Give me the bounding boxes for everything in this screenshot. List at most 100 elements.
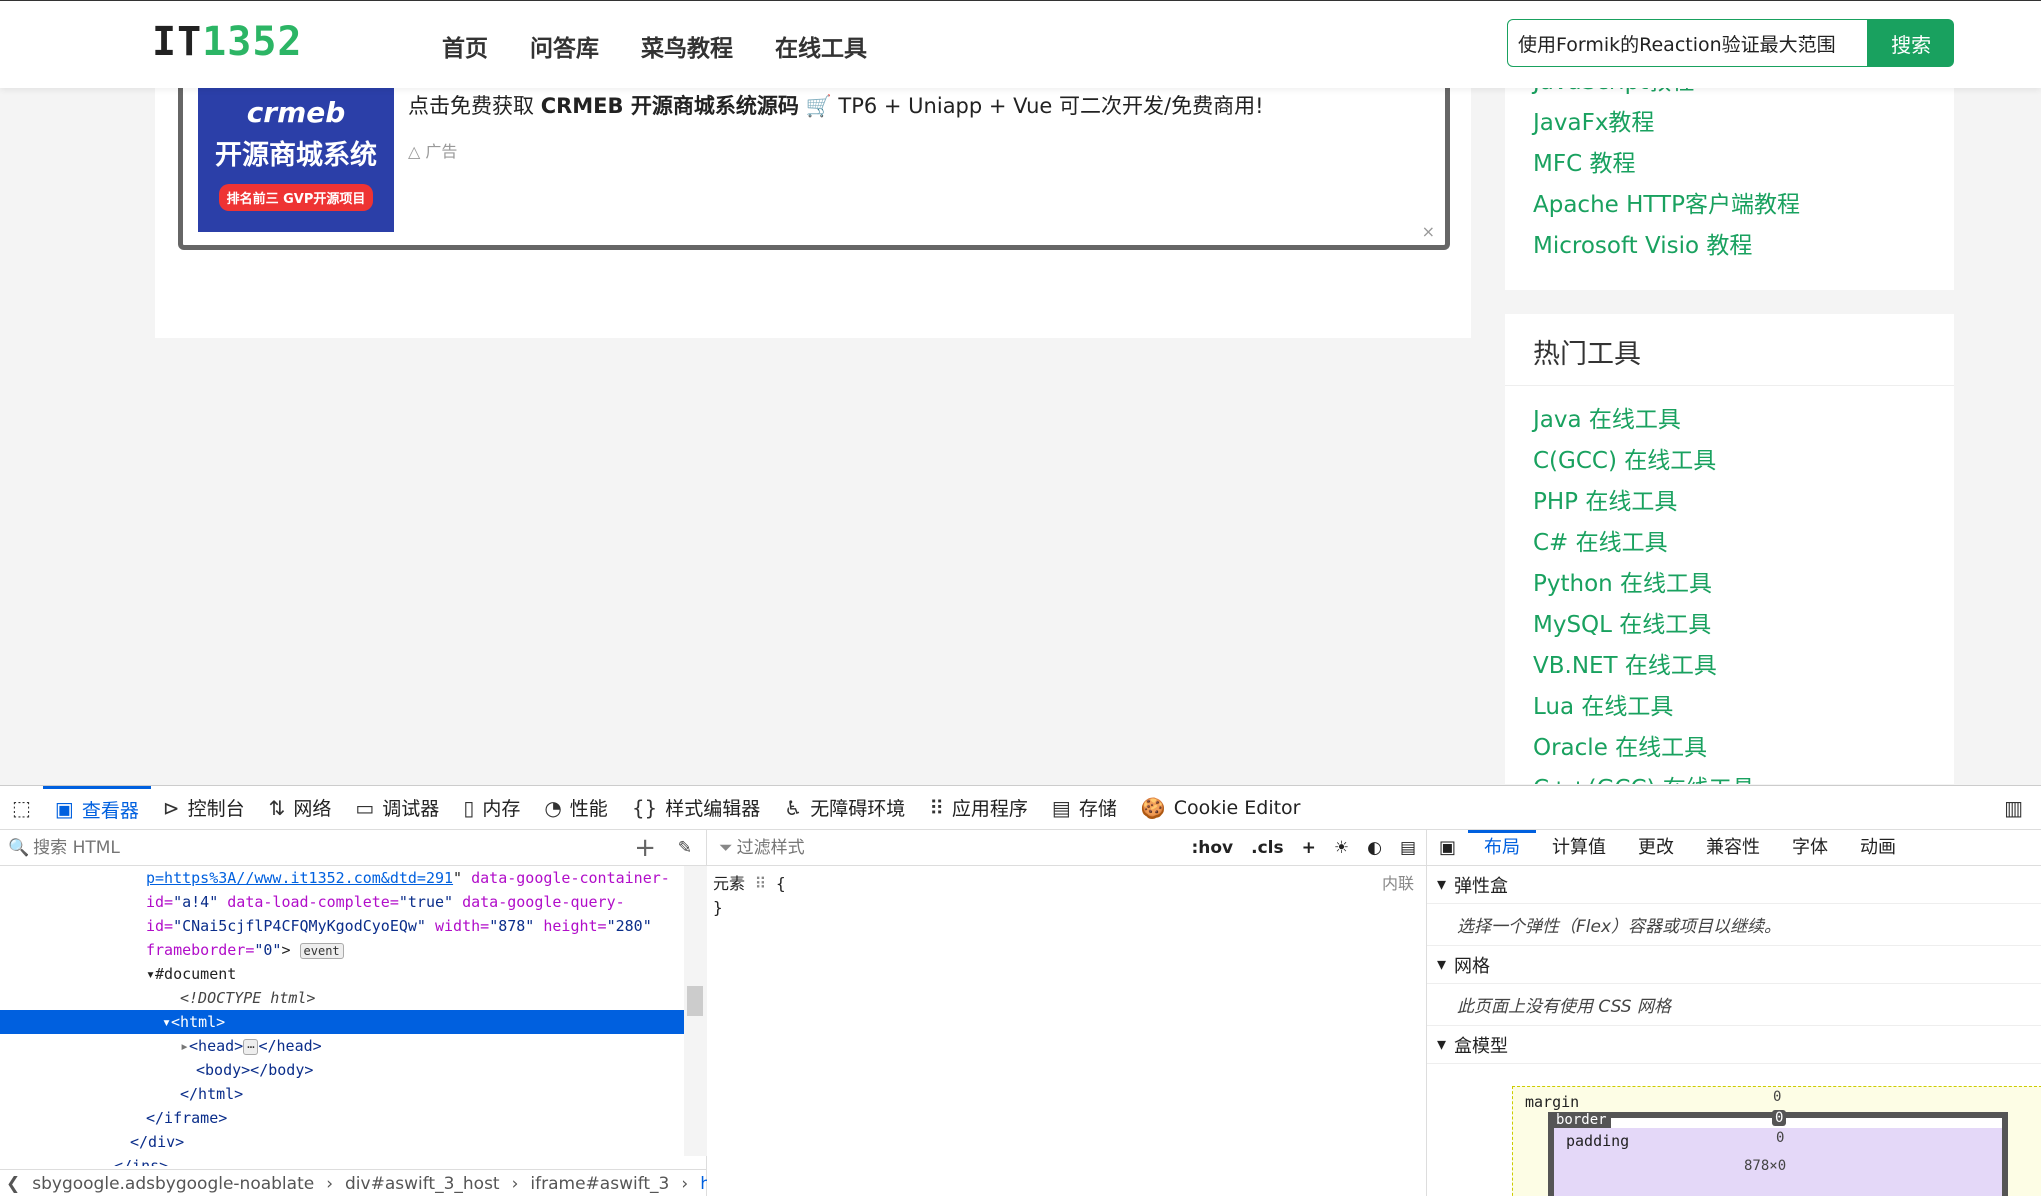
dark-mode-icon[interactable]: ◐ — [1367, 838, 1382, 858]
ad-text-bold: CRMEB 开源商城系统源码 — [540, 94, 799, 118]
filter-styles-input[interactable] — [736, 837, 1037, 858]
tool-link[interactable]: Java 在线工具 — [1533, 400, 1954, 441]
breadcrumb-item[interactable]: div#aswift_3_host — [345, 1174, 500, 1194]
markup-line[interactable]: p=https%3A//www.it1352.com&dtd=291" data… — [0, 866, 706, 890]
markup-line[interactable]: frameborder="0"> event — [0, 938, 706, 962]
ad-image[interactable]: crmeb 开源商城系统 排名前三 GVP开源项目 — [198, 82, 394, 232]
light-mode-icon[interactable]: ☀ — [1334, 838, 1349, 858]
add-node-button[interactable]: + — [634, 833, 656, 863]
sidebar-link[interactable]: Apache HTTP客户端教程 — [1533, 185, 1954, 226]
add-rule-icon[interactable]: + — [1302, 838, 1316, 858]
tab-style-editor[interactable]: {} 样式编辑器 — [620, 786, 772, 830]
tab-accessibility[interactable]: ♿ 无障碍环境 — [772, 786, 917, 830]
expand-icon[interactable]: ▾ — [146, 965, 155, 983]
margin-top-value[interactable]: 0 — [1773, 1089, 1781, 1105]
tab-compatibility[interactable]: 兼容性 — [1690, 830, 1776, 866]
site-logo[interactable]: IT1352 — [152, 19, 303, 65]
tab-memory[interactable]: ▯ 内存 — [451, 786, 532, 830]
chevron-left-icon[interactable]: ❮ — [6, 1174, 20, 1194]
print-icon[interactable]: ▤ — [1400, 838, 1416, 858]
nav-home[interactable]: 首页 — [442, 29, 488, 63]
search-input[interactable] — [1507, 19, 1869, 67]
sidebar-link[interactable]: MFC 教程 — [1533, 144, 1954, 185]
boxmodel-section-header[interactable]: ▾ 盒模型 — [1427, 1026, 2041, 1064]
expand-icon[interactable]: ▾ — [162, 1013, 171, 1031]
event-badge[interactable]: event — [299, 943, 344, 959]
tab-changes[interactable]: 更改 — [1622, 830, 1690, 866]
ellipsis-badge[interactable]: ⋯ — [243, 1039, 259, 1055]
tab-computed[interactable]: 计算值 — [1536, 830, 1622, 866]
tab-animations[interactable]: 动画 — [1844, 830, 1912, 866]
markup-line-selected[interactable]: ▾<html> — [0, 1010, 706, 1034]
close-icon[interactable]: × — [1422, 222, 1435, 241]
main-nav: 首页 问答库 菜鸟教程 在线工具 — [442, 29, 867, 63]
markup-line[interactable]: ▸<head> ⋯ </head> — [0, 1034, 706, 1058]
content-size[interactable]: 878×0 — [1744, 1158, 1786, 1174]
border-top-value[interactable]: 0 — [1772, 1110, 1787, 1126]
eyedropper-icon[interactable]: ✎ — [678, 838, 692, 858]
dock-toggle-button[interactable]: ▥ — [2004, 796, 2041, 820]
html-search-input[interactable] — [33, 837, 534, 858]
tab-network[interactable]: ⇅ 网络 — [257, 786, 344, 830]
padding-top-value[interactable]: 0 — [1776, 1130, 1784, 1146]
tab-debugger[interactable]: ▭ 调试器 — [343, 786, 451, 830]
tool-link[interactable]: C++(GCC) 在线工具 — [1533, 769, 1954, 784]
tool-link[interactable]: C# 在线工具 — [1533, 523, 1954, 564]
tool-link[interactable]: MySQL 在线工具 — [1533, 605, 1954, 646]
tab-inspector[interactable]: ▣ 查看器 — [42, 785, 151, 830]
scroll-thumb[interactable] — [687, 986, 703, 1016]
nav-tutorials[interactable]: 菜鸟教程 — [641, 29, 733, 63]
element-picker-button[interactable]: ⬚ — [0, 786, 43, 830]
ad-banner[interactable]: crmeb 开源商城系统 排名前三 GVP开源项目 点击免费获取 CRMEB 开… — [178, 80, 1450, 250]
markup-line[interactable]: </iframe> — [0, 1106, 706, 1130]
nav-online-tools[interactable]: 在线工具 — [775, 29, 867, 63]
markup-line[interactable]: <!DOCTYPE html> — [0, 986, 706, 1010]
network-icon: ⇅ — [268, 795, 286, 820]
markup-scrollbar[interactable] — [684, 866, 707, 1156]
tab-storage[interactable]: ▤ 存储 — [1040, 786, 1129, 830]
tab-cookie-editor[interactable]: 🍪 Cookie Editor — [1129, 786, 1313, 830]
devtools-tabbar: ⬚ ▣ 查看器 ⊳ 控制台 ⇅ 网络 ▭ 调试器 ▯ 内存 ◔ 性能 {} 样式编辑器 ♿ 无障… — [0, 785, 2041, 830]
tab-label: 网络 — [293, 798, 332, 820]
markup-line[interactable]: </div> — [0, 1130, 706, 1154]
breadcrumb-item[interactable]: iframe#aswift_3 — [530, 1174, 669, 1194]
markup-line[interactable]: ▾#document — [0, 962, 706, 986]
collapsed-icon[interactable]: ▸ — [180, 1037, 189, 1055]
markup-line[interactable]: id="CNai5cjflP4CFQMyKgodCyoEQw" width="8… — [0, 914, 706, 938]
rules-pane: ⏷ :hov .cls + ☀ ◐ ▤ 元素 ⠿ { } 内联 — [707, 830, 1427, 1196]
class-toggle[interactable]: .cls — [1251, 838, 1283, 858]
tool-link[interactable]: Oracle 在线工具 — [1533, 728, 1954, 769]
tool-link[interactable]: Python 在线工具 — [1533, 564, 1954, 605]
tab-performance[interactable]: ◔ 性能 — [532, 786, 619, 830]
border-box: border 0 padding 0 878×0 — [1548, 1110, 2008, 1196]
sidebar-toggle-icon[interactable]: ▣ — [1427, 837, 1468, 858]
breadcrumb-item[interactable]: sbygoogle.adsbygoogle-noablate — [32, 1174, 314, 1194]
tool-link[interactable]: PHP 在线工具 — [1533, 482, 1954, 523]
sidebar-link[interactable]: Microsoft Visio 教程 — [1533, 226, 1954, 267]
sidebar-link[interactable]: JavaFx教程 — [1533, 103, 1954, 144]
inspector-icon: ▣ — [54, 797, 74, 821]
src-link[interactable]: p=https%3A//www.it1352.com&dtd=291 — [146, 869, 453, 887]
tool-link[interactable]: C(GCC) 在线工具 — [1533, 441, 1954, 482]
ad-headline[interactable]: 点击免费获取 CRMEB 开源商城系统源码 🛒 TP6 + Uniapp + V… — [408, 90, 1264, 120]
tool-link[interactable]: VB.NET 在线工具 — [1533, 646, 1954, 687]
flexbox-section-header[interactable]: ▾ 弹性盒 — [1427, 866, 2041, 904]
head-close-tag: </head> — [258, 1037, 322, 1055]
markup-line[interactable]: id="a!4" data-load-complete="true" data-… — [0, 890, 706, 914]
markup-line[interactable]: </ins> — [0, 1154, 706, 1166]
debugger-icon: ▭ — [355, 795, 375, 820]
nav-qa[interactable]: 问答库 — [530, 29, 599, 63]
tab-fonts[interactable]: 字体 — [1776, 830, 1844, 866]
hover-toggle[interactable]: :hov — [1191, 838, 1233, 858]
border-label: border — [1552, 1112, 1611, 1128]
markup-line[interactable]: </html> — [0, 1082, 706, 1106]
tab-application[interactable]: ⠿ 应用程序 — [917, 786, 1040, 830]
tab-layout[interactable]: 布局 — [1468, 829, 1537, 866]
grid-section-header[interactable]: ▾ 网格 — [1427, 946, 2041, 984]
element-rule[interactable]: 元素 ⠿ { } 内联 — [707, 866, 1426, 926]
breadcrumb-item-current[interactable]: html — [700, 1174, 707, 1194]
markup-line[interactable]: <body></body> — [0, 1058, 706, 1082]
search-button[interactable]: 搜索 — [1868, 19, 1954, 67]
tool-link[interactable]: Lua 在线工具 — [1533, 687, 1954, 728]
tab-console[interactable]: ⊳ 控制台 — [151, 786, 257, 830]
